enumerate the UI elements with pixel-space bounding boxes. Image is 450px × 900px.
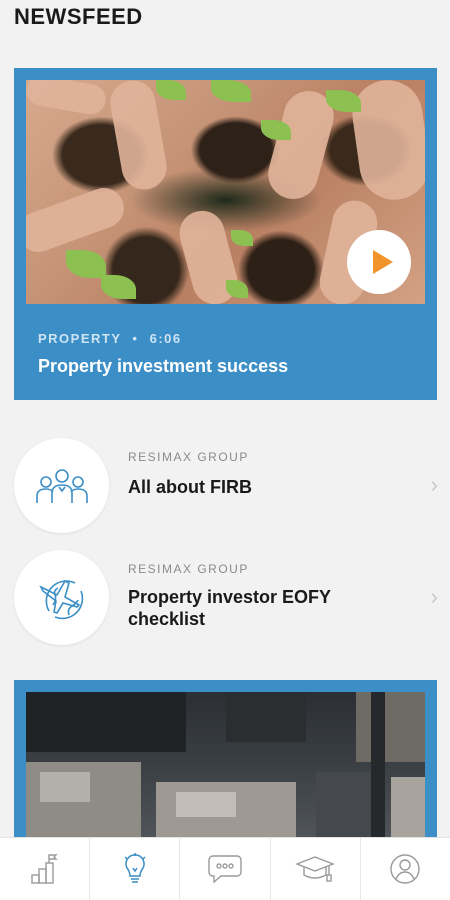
article-title: All about FIRB xyxy=(128,477,252,497)
featured-category: PROPERTY xyxy=(38,331,122,346)
article-thumbnail xyxy=(14,438,109,533)
nav-chat[interactable] xyxy=(180,838,271,900)
chevron-right-icon: › xyxy=(430,584,438,609)
featured-meta: PROPERTY • 6:06 xyxy=(38,331,182,346)
meta-separator: • xyxy=(132,331,139,346)
article-card[interactable] xyxy=(14,680,437,852)
list-item[interactable]: RESIMAX GROUP Property investor EOFY che… xyxy=(0,550,450,650)
featured-title: Property investment success xyxy=(38,356,289,376)
nav-profile[interactable] xyxy=(361,838,450,900)
article-title: Property investor EOFY checklist xyxy=(128,587,331,629)
graduation-cap-icon xyxy=(295,856,336,882)
nav-learn[interactable] xyxy=(271,838,361,900)
featured-video-card[interactable]: PROPERTY • 6:06 Property investment succ… xyxy=(14,68,437,400)
featured-image xyxy=(26,80,425,304)
profile-icon xyxy=(390,854,421,884)
people-group-icon xyxy=(35,468,88,503)
chat-icon xyxy=(208,855,242,884)
nav-newsfeed[interactable] xyxy=(90,838,181,900)
featured-duration: 6:06 xyxy=(149,331,182,346)
bottom-nav xyxy=(0,837,450,900)
chevron-right-icon: › xyxy=(430,472,438,497)
lightbulb-icon xyxy=(124,853,146,883)
article-thumbnail xyxy=(14,550,109,645)
list-item[interactable]: RESIMAX GROUP All about FIRB › xyxy=(0,438,450,538)
play-button[interactable] xyxy=(347,230,411,294)
article-source: RESIMAX GROUP xyxy=(128,450,249,464)
nav-progress[interactable] xyxy=(0,838,91,900)
plane-globe-icon xyxy=(38,579,83,619)
article-source: RESIMAX GROUP xyxy=(128,562,249,576)
article-image xyxy=(26,692,425,852)
page-title: NEWSFEED xyxy=(14,4,143,29)
progress-icon xyxy=(30,854,58,884)
